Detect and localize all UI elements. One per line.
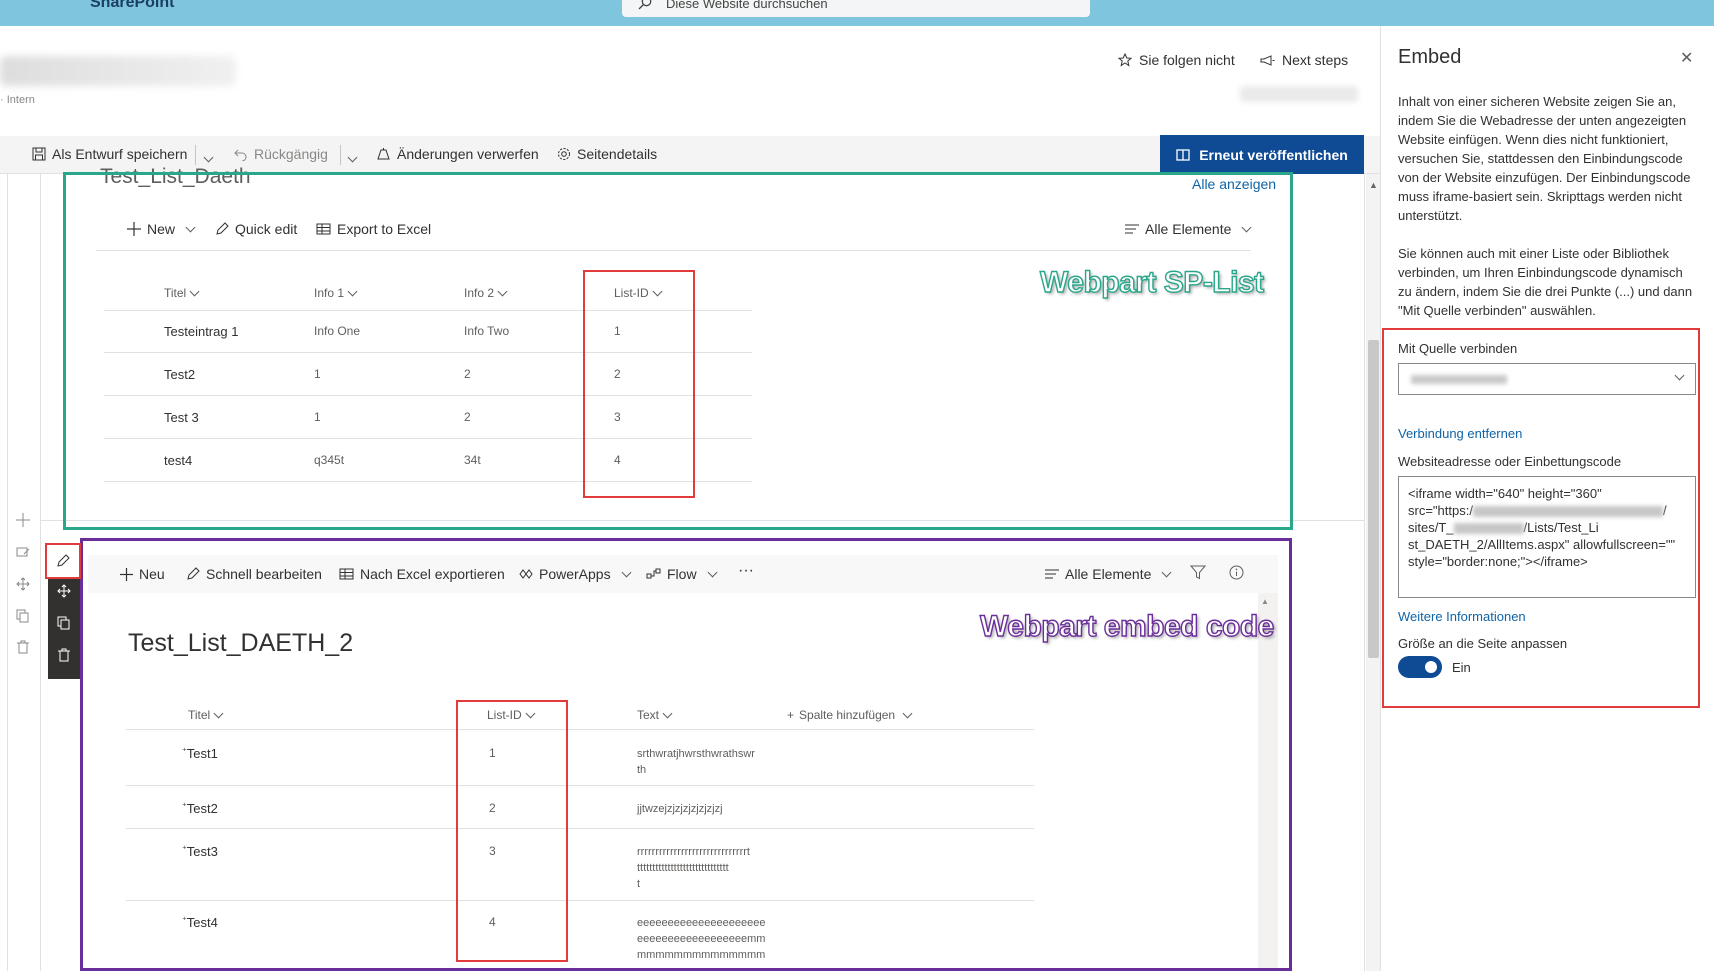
annotation-box-embed [80, 538, 1292, 971]
star-icon [1118, 53, 1132, 67]
book-icon [1176, 148, 1190, 161]
search-icon [638, 0, 652, 10]
follow-button[interactable]: Sie folgen nicht [1118, 52, 1235, 68]
annotation-box-panel [1382, 328, 1700, 708]
undo-label: Rückgängig [254, 146, 328, 162]
search-placeholder: Diese Website durchsuchen [666, 0, 828, 11]
gear-icon [558, 148, 570, 160]
discard-changes-label: Änderungen verwerfen [397, 146, 539, 162]
edit-section-icon[interactable] [13, 542, 33, 562]
follow-label: Sie folgen nicht [1139, 52, 1235, 68]
save-draft-label: Als Entwurf speichern [52, 146, 188, 162]
site-title-blurred [0, 56, 236, 86]
annotation-box-embed-list-id [456, 700, 568, 962]
pencil-icon [57, 554, 70, 567]
site-subtitle: · Intern [0, 94, 35, 106]
republish-label: Erneut veröffentlichen [1199, 146, 1348, 163]
divider [195, 145, 196, 165]
page-details-label: Seitendetails [577, 146, 658, 162]
site-search-box[interactable]: Diese Website durchsuchen [622, 0, 1090, 17]
delete-section-icon[interactable] [13, 637, 33, 657]
save-draft-button[interactable]: Als Entwurf speichern [32, 146, 187, 162]
edit-webpart-selected[interactable] [45, 543, 81, 579]
canvas-scrollbar-thumb[interactable] [1368, 340, 1379, 658]
scroll-up-arrow-icon[interactable]: ▲ [1369, 180, 1378, 190]
brand-label[interactable]: SharePoint [90, 0, 174, 12]
canvas-border-left [7, 174, 8, 971]
move-webpart-icon[interactable] [48, 575, 80, 607]
add-section-icon[interactable] [13, 510, 33, 530]
undo-options-chevron-icon[interactable] [347, 148, 358, 166]
canvas-section-border [40, 174, 41, 971]
move-section-icon[interactable] [13, 574, 33, 594]
republish-button[interactable]: Erneut veröffentlichen [1160, 135, 1364, 174]
divider [340, 145, 341, 165]
discard-changes-button[interactable]: Änderungen verwerfen [376, 146, 539, 162]
duplicate-section-icon[interactable] [13, 606, 33, 626]
save-options-chevron-icon[interactable] [203, 148, 214, 166]
annotation-box-list-id [583, 270, 695, 498]
save-icon [32, 147, 46, 161]
page: SharePoint Diese Website durchsuchen · I… [0, 0, 1714, 971]
delete-webpart-icon[interactable] [48, 639, 80, 671]
page-details-button[interactable]: Seitendetails [557, 146, 657, 162]
close-icon[interactable]: ✕ [1680, 48, 1693, 68]
next-steps-label: Next steps [1282, 52, 1349, 68]
duplicate-webpart-icon[interactable] [48, 607, 80, 639]
megaphone-icon [1260, 54, 1275, 66]
next-steps-button[interactable]: Next steps [1260, 52, 1348, 68]
panel-title: Embed [1398, 46, 1462, 68]
undo-button[interactable]: Rückgängig [234, 146, 328, 162]
undo-icon [234, 149, 247, 161]
discard-icon [377, 148, 390, 160]
header-blurred-element [1240, 86, 1358, 102]
canvas-border-right [1364, 174, 1365, 971]
panel-description: Inhalt von einer sicheren Website zeigen… [1398, 94, 1693, 318]
